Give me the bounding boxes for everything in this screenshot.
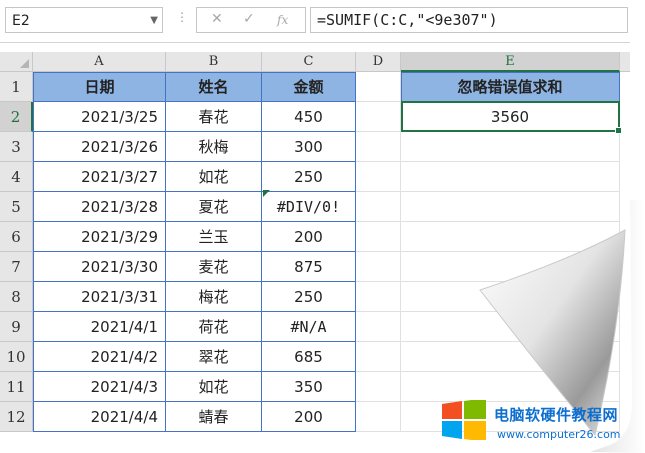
cell-name[interactable]: 如花 — [166, 162, 262, 192]
cell-empty[interactable] — [356, 102, 401, 132]
header-name[interactable]: 姓名 — [166, 72, 262, 102]
cell-date[interactable]: 2021/4/4 — [34, 402, 166, 432]
cell-amount[interactable]: 200 — [262, 402, 356, 432]
row-header[interactable]: 3 — [0, 132, 33, 162]
cell-empty[interactable] — [356, 342, 401, 372]
row-header[interactable]: 4 — [0, 162, 33, 192]
cell-name[interactable]: 夏花 — [166, 192, 262, 222]
column-header-b[interactable]: B — [166, 52, 262, 72]
column-header-e[interactable]: E — [401, 52, 620, 72]
row-header[interactable]: 7 — [0, 252, 33, 282]
header-amount[interactable]: 金额 — [262, 72, 356, 102]
chevron-down-icon[interactable]: ▼ — [150, 8, 158, 34]
cell-name[interactable]: 蜻春 — [166, 402, 262, 432]
row-header[interactable]: 11 — [0, 372, 33, 402]
cell-empty[interactable] — [401, 132, 620, 162]
row-header[interactable]: 12 — [0, 402, 33, 432]
formula-bar: E2 ▼ ⋮ ✕ ✓ fx =SUMIF(C:C,"<9e307") — [0, 0, 630, 43]
result-border — [401, 72, 402, 102]
cell-name[interactable]: 梅花 — [166, 282, 262, 312]
cell-name[interactable]: 翠花 — [166, 342, 262, 372]
watermark-url: www.computer26.com — [497, 428, 621, 441]
formula-buttons: ✕ ✓ fx — [196, 7, 306, 33]
row-header[interactable]: 10 — [0, 342, 33, 372]
row-header[interactable]: 1 — [0, 72, 33, 102]
formula-input[interactable]: =SUMIF(C:C,"<9e307") — [310, 7, 628, 33]
column-header-d[interactable]: D — [356, 52, 401, 72]
cell-name[interactable]: 如花 — [166, 372, 262, 402]
cancel-icon[interactable]: ✕ — [211, 11, 223, 27]
cell-amount[interactable]: 200 — [262, 222, 356, 252]
cell-empty[interactable] — [401, 162, 620, 192]
cell-d1[interactable] — [356, 72, 401, 102]
enter-icon[interactable]: ✓ — [243, 11, 255, 27]
column-header-c[interactable]: C — [262, 52, 356, 72]
cell-name[interactable]: 荷花 — [166, 312, 262, 342]
name-box-value: E2 — [12, 13, 30, 29]
row-header[interactable]: 6 — [0, 222, 33, 252]
cell-empty[interactable] — [356, 252, 401, 282]
cell-date[interactable]: 2021/3/27 — [34, 162, 166, 192]
cell-amount[interactable]: 450 — [262, 102, 356, 132]
cell-date[interactable]: 2021/3/29 — [34, 222, 166, 252]
table-border — [33, 72, 34, 432]
name-box[interactable]: E2 ▼ — [5, 7, 163, 33]
cell-name[interactable]: 兰玉 — [166, 222, 262, 252]
cell-amount[interactable]: 875 — [262, 252, 356, 282]
column-header-f[interactable] — [620, 52, 630, 72]
column-header-a[interactable]: A — [33, 52, 166, 72]
cell-empty[interactable] — [356, 372, 401, 402]
cell-amount[interactable]: #N/A — [262, 312, 356, 342]
row-header[interactable]: 9 — [0, 312, 33, 342]
cell-date[interactable]: 2021/4/2 — [34, 342, 166, 372]
cell-amount[interactable]: 250 — [262, 162, 356, 192]
cell-empty[interactable] — [356, 132, 401, 162]
cell-date[interactable]: 2021/4/3 — [34, 372, 166, 402]
cell-date[interactable]: 2021/3/30 — [34, 252, 166, 282]
cell-amount[interactable]: 300 — [262, 132, 356, 162]
header-date[interactable]: 日期 — [34, 72, 166, 102]
cell-empty[interactable] — [356, 282, 401, 312]
row-header[interactable]: 5 — [0, 192, 33, 222]
row-header[interactable]: 2 — [0, 102, 33, 132]
row-header[interactable]: 8 — [0, 282, 33, 312]
cell-amount[interactable]: #DIV/0! — [262, 192, 356, 222]
cell-amount[interactable]: 250 — [262, 282, 356, 312]
windows-logo-icon — [442, 400, 486, 440]
cell-amount[interactable]: 350 — [262, 372, 356, 402]
cell-empty[interactable] — [356, 222, 401, 252]
cell-empty[interactable] — [356, 162, 401, 192]
cell-date[interactable]: 2021/3/26 — [34, 132, 166, 162]
watermark-title: 电脑软硬件教程网 — [494, 406, 619, 424]
drag-handle-icon[interactable]: ⋮ — [176, 10, 188, 24]
cell-name[interactable]: 秋梅 — [166, 132, 262, 162]
result-value-cell[interactable]: 3560 — [401, 102, 620, 132]
table-border — [33, 72, 356, 73]
cell-empty[interactable] — [356, 312, 401, 342]
result-border — [401, 72, 620, 73]
cell-empty[interactable] — [356, 192, 401, 222]
cell-date[interactable]: 2021/3/28 — [34, 192, 166, 222]
insert-function-icon[interactable]: fx — [277, 13, 288, 27]
cell-amount[interactable]: 685 — [262, 342, 356, 372]
cell-empty[interactable] — [356, 402, 401, 432]
cell-date[interactable]: 2021/3/25 — [34, 102, 166, 132]
cell-name[interactable]: 春花 — [166, 102, 262, 132]
cell-name[interactable]: 麦花 — [166, 252, 262, 282]
cell-date[interactable]: 2021/4/1 — [34, 312, 166, 342]
header-result[interactable]: 忽略错误值求和 — [401, 72, 620, 102]
cell-date[interactable]: 2021/3/31 — [34, 282, 166, 312]
select-all-corner[interactable] — [0, 52, 33, 72]
error-indicator-icon[interactable] — [263, 190, 270, 197]
